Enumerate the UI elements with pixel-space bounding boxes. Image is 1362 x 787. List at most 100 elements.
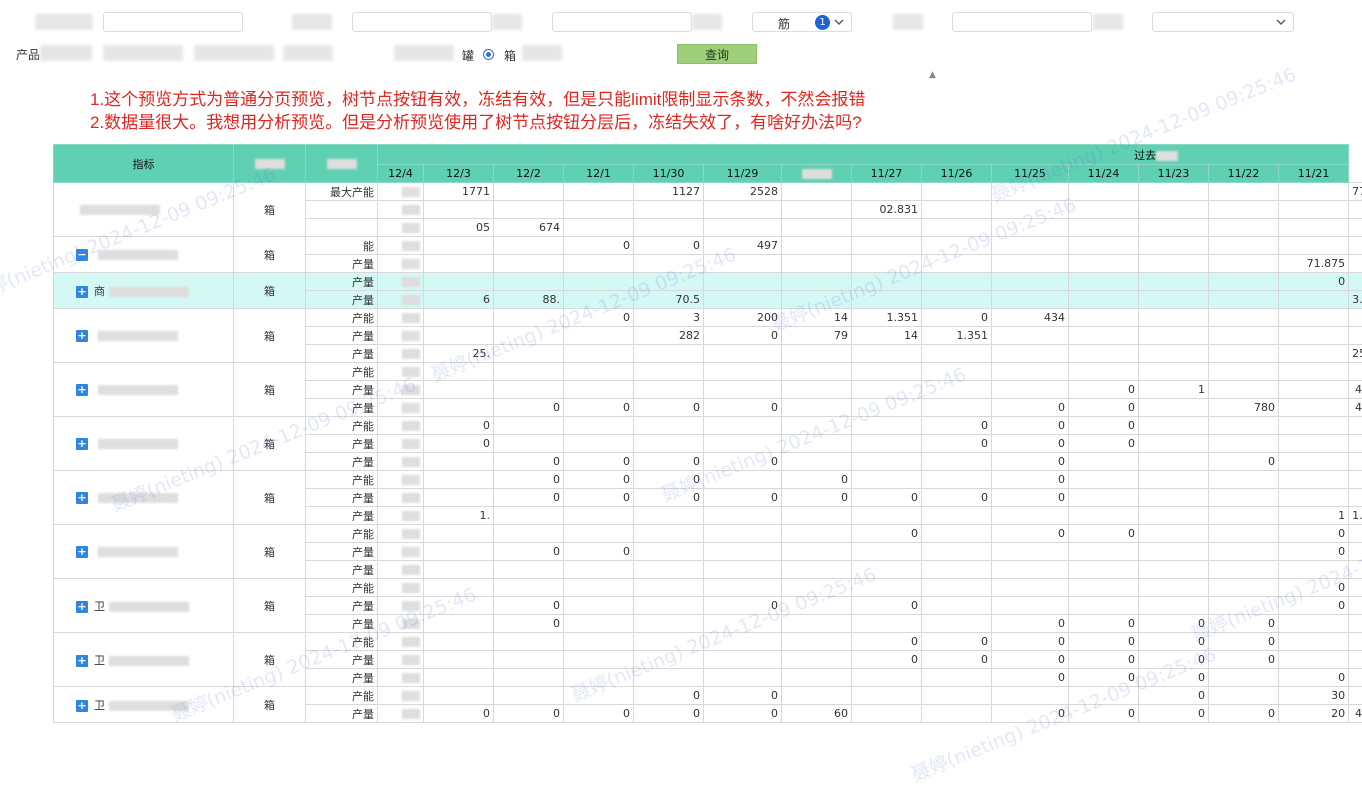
double-chevron-up-icon[interactable]: ▲ [929,70,936,80]
date-header[interactable] [782,165,852,183]
filter-select-1[interactable] [103,12,243,32]
value-cell [634,417,704,435]
date-header[interactable]: 11/21 [1279,165,1349,183]
value-cell [564,327,634,345]
date-header[interactable]: 11/29 [704,165,782,183]
metric-label: 产量 [306,435,378,453]
table-row: +箱产能00000 [54,417,1362,435]
date-header[interactable]: 11/30 [634,165,704,183]
value-cell [782,687,852,705]
collapse-node-icon[interactable]: − [76,249,88,261]
tree-node[interactable]: + [54,525,234,579]
value-cell [922,399,992,417]
expand-node-icon[interactable]: + [76,384,88,396]
radio-selected[interactable] [483,49,494,60]
filter-select-3[interactable] [552,12,692,32]
value-cell: 1771 [424,183,494,201]
radio-option-extra[interactable] [522,45,562,61]
expand-node-icon[interactable]: + [76,286,88,298]
value-cell [1139,489,1209,507]
expand-node-icon[interactable]: + [76,330,88,342]
value-cell [922,561,992,579]
metric-label: 产能 [306,309,378,327]
value-cell [852,543,922,561]
value-cell [1209,507,1279,525]
value-cell: 0 [424,417,494,435]
date-header[interactable]: 12/2 [494,165,564,183]
value-cell [852,669,922,687]
tree-node[interactable]: + [54,471,234,525]
filter-label-5 [893,14,923,30]
product-field-1[interactable] [40,45,92,61]
date-header[interactable]: 11/22 [1209,165,1279,183]
table-row: 箱最大产能177111272528774 [54,183,1362,201]
chevron-down-icon[interactable] [1275,16,1287,28]
date-header[interactable]: 11/25 [992,165,1069,183]
value-cell [424,471,494,489]
value-cell: 0 [634,687,704,705]
value-cell [704,273,782,291]
value-cell: 0 [494,489,564,507]
date-header[interactable]: 12/1 [564,165,634,183]
tree-node[interactable]: + [54,309,234,363]
expand-node-icon[interactable]: + [76,700,88,712]
date-header[interactable]: 11/26 [922,165,992,183]
filter-select-6[interactable] [1152,12,1294,32]
date-header[interactable]: 12/4 [378,165,424,183]
expand-node-icon[interactable]: + [76,546,88,558]
value-cell [1209,309,1279,327]
value-cell [922,471,992,489]
metric-label: 产能 [306,363,378,381]
tree-node[interactable] [54,183,234,237]
date-header[interactable]: 12/3 [424,165,494,183]
date-header[interactable]: 11/27 [852,165,922,183]
value-cell [1139,471,1209,489]
value-cell [782,453,852,471]
date-header[interactable]: 11/23 [1139,165,1209,183]
tree-node[interactable]: +卫 [54,579,234,633]
value-cell: 0 [1069,525,1139,543]
tree-node[interactable]: − [54,237,234,273]
value-cell [922,687,992,705]
value-cell: 0 [494,471,564,489]
value-cell [704,651,782,669]
value-cell: 0 [634,705,704,723]
value-cell: 0 [494,399,564,417]
value-cell [1069,273,1139,291]
value-cell [564,417,634,435]
product-field-2[interactable] [103,45,183,61]
tree-node[interactable]: + [54,417,234,471]
value-cell [634,543,704,561]
tree-node[interactable]: + [54,363,234,417]
expand-node-icon[interactable]: + [76,438,88,450]
multi-select[interactable]: 筋 1 [752,12,852,32]
radio-option-2-label[interactable]: 箱 [504,47,516,64]
value-cell [992,561,1069,579]
product-field-4[interactable] [283,45,333,61]
metric-label: 产量 [306,489,378,507]
expand-node-icon[interactable]: + [76,655,88,667]
metric-label: 产量 [306,543,378,561]
value-cell [378,399,424,417]
query-button[interactable]: 查询 [677,44,757,64]
value-cell [1279,489,1349,507]
filter-select-2[interactable] [352,12,492,32]
expand-node-icon[interactable]: + [76,492,88,504]
product-field-3[interactable] [194,45,274,61]
value-cell: 1 [1139,381,1209,399]
value-cell [1069,489,1139,507]
tree-node[interactable]: +商 [54,273,234,309]
metric-label: 产量 [306,327,378,345]
unit-cell: 箱 [234,183,306,237]
value-cell [922,183,992,201]
value-cell [704,507,782,525]
metric-label: 最大产能 [306,183,378,201]
filter-label-1 [35,14,93,30]
expand-node-icon[interactable]: + [76,601,88,613]
date-header[interactable]: 11/24 [1069,165,1139,183]
tree-node[interactable]: +卫 [54,687,234,723]
radio-option-1-label[interactable]: 罐 [462,47,474,64]
filter-select-5[interactable] [952,12,1092,32]
tree-node[interactable]: +卫 [54,633,234,687]
chevron-down-icon[interactable] [833,16,845,28]
